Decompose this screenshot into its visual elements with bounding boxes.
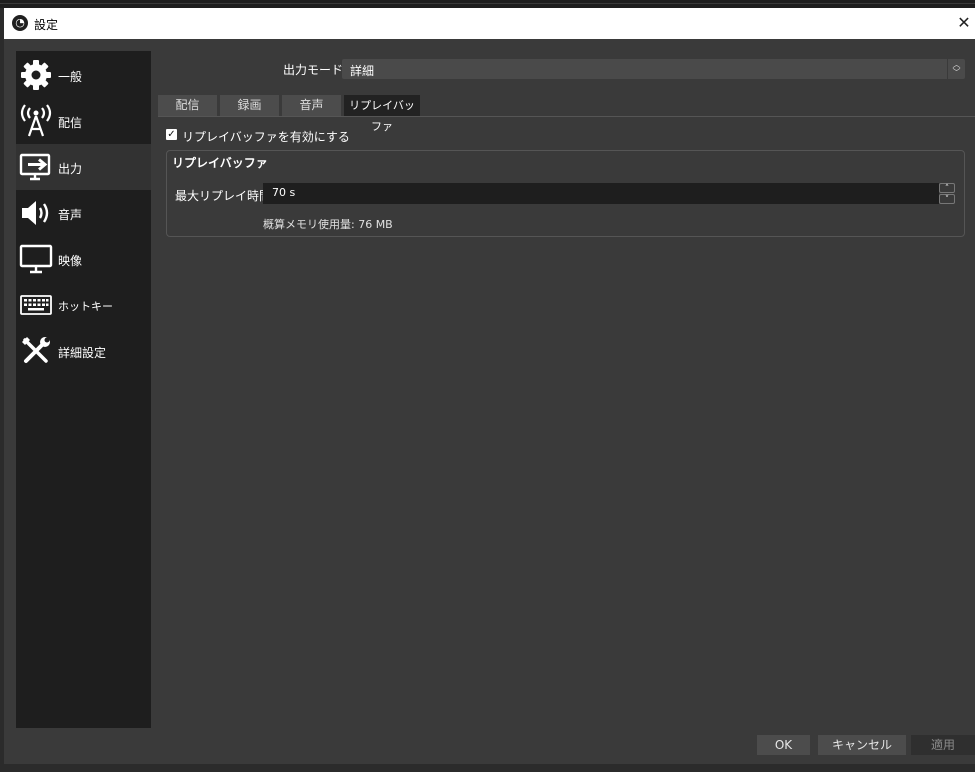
apply-button[interactable]: 適用 [911, 735, 975, 755]
sidebar-item-label: 映像 [58, 254, 83, 268]
output-mode-value: 詳細 [350, 64, 375, 78]
sidebar-item-label: 配信 [58, 116, 83, 130]
group-title: リプレイバッファ [172, 156, 268, 170]
settings-dialog: ◔ 設定 ✕ 一般 配信 出力 音声 映像 ホットキー 詳細設定 出力モード 詳… [4, 8, 975, 764]
chevron-down-icon[interactable]: ˅ [939, 194, 955, 205]
tab-stream[interactable]: 配信 [158, 95, 217, 116]
obs-logo-icon: ◔ [12, 15, 28, 31]
output-mode-label: 出力モード [283, 63, 344, 77]
sidebar-item-label: 詳細設定 [58, 346, 107, 360]
monitor-icon [19, 242, 53, 276]
background-window-strip [0, 0, 975, 8]
tab-audio[interactable]: 音声 [282, 95, 341, 116]
sidebar-item-label: 出力 [58, 162, 83, 176]
sidebar-item-general[interactable]: 一般 [16, 52, 151, 98]
ok-button[interactable]: OK [757, 735, 810, 755]
close-button[interactable]: ✕ [953, 8, 975, 39]
chevron-up-icon[interactable]: ˄ [939, 183, 955, 194]
estimated-memory-text: 概算メモリ使用量: 76 MB [263, 218, 393, 231]
tab-recording[interactable]: 録画 [220, 95, 279, 116]
enable-replay-buffer-label: リプレイバッファを有効にする [182, 130, 350, 144]
keyboard-icon [19, 288, 53, 322]
tools-icon [19, 334, 53, 368]
sidebar-item-label: 音声 [58, 208, 83, 222]
sidebar-item-label: ホットキー [58, 300, 113, 313]
sidebar-item-stream[interactable]: 配信 [16, 98, 151, 144]
cancel-button[interactable]: キャンセル [818, 735, 906, 755]
max-replay-time-input[interactable]: 70 s [263, 183, 939, 204]
gear-icon [19, 58, 53, 92]
sidebar-item-output[interactable]: 出力 [16, 144, 151, 190]
replay-buffer-group: リプレイバッファ 最大リプレイ時間 70 s ˄ ˅ 概算メモリ使用量: 76 … [166, 150, 965, 237]
max-replay-time-label: 最大リプレイ時間 [175, 189, 272, 203]
speaker-icon [19, 196, 53, 230]
max-replay-time-value: 70 s [272, 186, 296, 199]
settings-sidebar: 一般 配信 出力 音声 映像 ホットキー 詳細設定 [16, 51, 151, 728]
chevron-updown-icon: ︿ ﹀ [947, 59, 965, 79]
sidebar-item-advanced[interactable]: 詳細設定 [16, 328, 151, 374]
sidebar-item-audio[interactable]: 音声 [16, 190, 151, 236]
max-replay-time-stepper[interactable]: ˄ ˅ [939, 183, 955, 205]
tab-replay-buffer[interactable]: リプレイバッファ [344, 95, 420, 133]
sidebar-item-label: 一般 [58, 70, 83, 84]
sidebar-item-video[interactable]: 映像 [16, 236, 151, 282]
broadcast-tower-icon [19, 104, 53, 138]
tab-divider [158, 116, 975, 117]
title-bar: ◔ 設定 ✕ [4, 8, 975, 39]
sidebar-item-hotkeys[interactable]: ホットキー [16, 282, 151, 328]
window-title: 設定 [34, 18, 59, 32]
enable-replay-buffer-checkbox[interactable]: ✓ [166, 129, 177, 140]
output-monitor-icon [19, 150, 53, 184]
output-mode-select[interactable]: 詳細 ︿ ﹀ [342, 59, 965, 79]
